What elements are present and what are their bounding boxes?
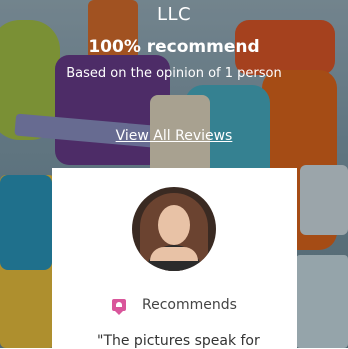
opinion-count-text: Based on the opinion of 1 person [66,66,282,81]
recommend-percentage: 100% recommend [88,37,260,57]
company-name: LLC [156,4,192,25]
reviewer-avatar [132,187,216,271]
recommend-chat-heart-icon [112,299,126,315]
recommends-label: Recommends [142,297,237,313]
view-all-reviews-link[interactable]: View All Reviews [0,128,348,144]
review-card: Recommends "The pictures speak for [52,168,297,349]
review-quote: "The pictures speak for [97,333,260,349]
recommends-row: Recommends [112,295,237,315]
